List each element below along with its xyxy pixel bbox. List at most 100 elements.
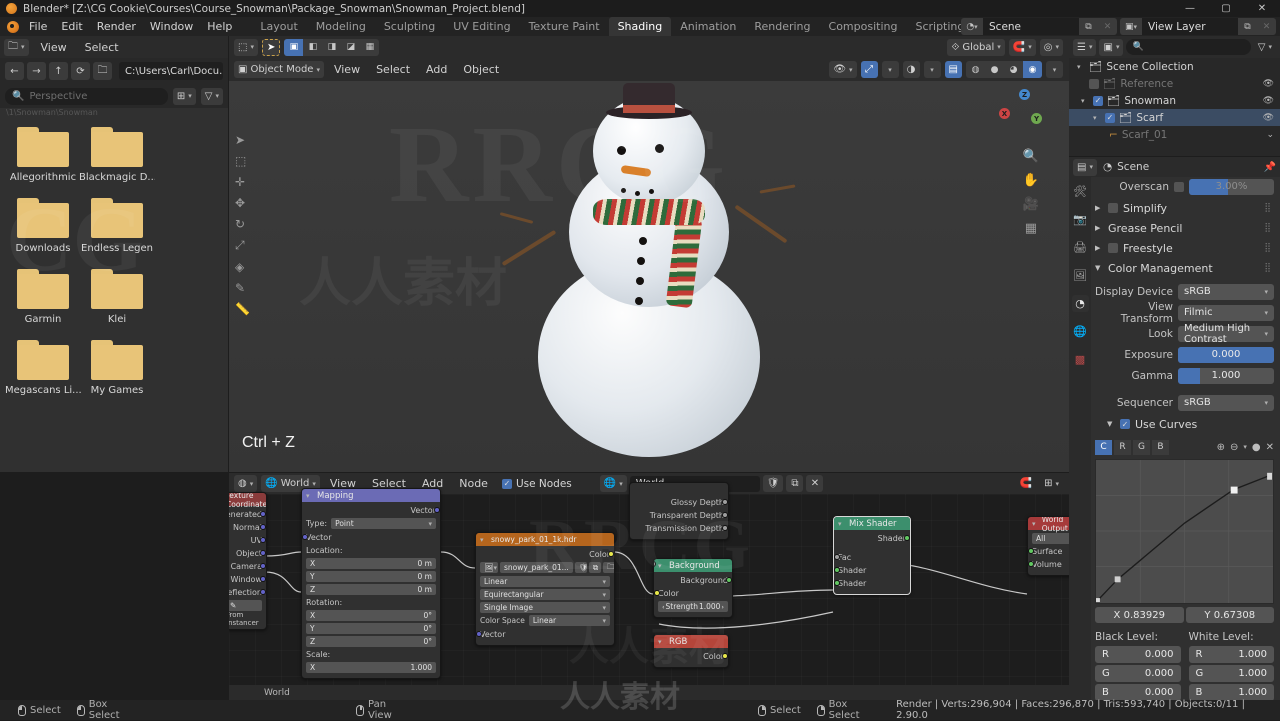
outliner-row-snowman[interactable]: ▾ ✓ 🗂 Snowman 👁 [1069, 92, 1280, 109]
node-texture-coordinate[interactable]: Texture Coordinate Generated Normal UV O… [229, 492, 267, 630]
tab-world-icon[interactable]: 🌐 [1072, 323, 1089, 340]
expand-icon[interactable]: ▾ [1093, 114, 1101, 122]
tab-texture-icon[interactable]: ▩ [1072, 351, 1089, 368]
socket-uv[interactable]: UV [229, 535, 266, 546]
file-item-garmin[interactable]: Garmin [6, 269, 80, 325]
proportional-edit-toggle[interactable]: ◎ ▾ [1039, 38, 1063, 56]
sequencer-dropdown[interactable]: sRGB ▾ [1178, 394, 1274, 411]
tab-view-layer-icon[interactable]: 🖼 [1072, 267, 1089, 284]
socket-in-fac[interactable]: Fac [834, 552, 906, 563]
node-environment-texture[interactable]: ▾ snowy_park_01_1k.hdr Color 🖼 ▾ snowy_pa… [475, 532, 615, 646]
outliner-filter-button[interactable]: ▽ ▾ [1254, 39, 1276, 56]
use-curves-checkbox[interactable]: ✓ [1120, 419, 1130, 429]
overlays-dropdown[interactable]: ▾ [923, 61, 941, 78]
mapping-type-dropdown[interactable]: Point ▾ [331, 518, 436, 529]
socket-out-background[interactable]: Background [658, 575, 732, 586]
file-browser-editor-type-icon[interactable]: 🗀 ▾ [4, 38, 29, 56]
minimize-button[interactable]: — [1172, 0, 1208, 17]
socket-window[interactable]: Window [229, 574, 266, 585]
overlays-toggle[interactable]: ◑ [902, 61, 920, 78]
socket-transmission-depth[interactable]: Transmission Depth [634, 523, 728, 534]
black-level-r[interactable]: R 0.000 [1095, 646, 1181, 663]
scene-datablock[interactable]: ◔ ▾ Scene ⧉ ✕ [961, 18, 1117, 35]
socket-in-vector[interactable]: Vector [476, 629, 610, 640]
curve-x-readout[interactable]: X 0.83929 [1095, 607, 1184, 623]
rotation-z[interactable]: Z 0° [306, 636, 436, 647]
tool-tweak-icon[interactable]: ➤ [261, 38, 281, 56]
section-grease-pencil[interactable]: ▶ Grease Pencil ⣿ [1095, 218, 1274, 238]
fake-user-button[interactable]: 🛡 [762, 475, 784, 492]
visibility-eye-icon[interactable]: ⌄ [1266, 130, 1274, 140]
tab-compositing[interactable]: Compositing [820, 17, 907, 36]
curve-channel-g[interactable]: G [1133, 439, 1150, 455]
socket-in-shader-1[interactable]: Shader [834, 565, 906, 576]
curve-channel-r[interactable]: R [1114, 439, 1131, 455]
gizmo-dropdown[interactable]: ▾ [881, 61, 899, 78]
from-instancer-row[interactable]: From Instancer [229, 611, 262, 627]
select-subtract-icon[interactable]: ◨ [322, 39, 341, 56]
socket-in-vector[interactable]: Vector [302, 532, 436, 543]
outliner-row-scene-collection[interactable]: ▾ 🗂 Scene Collection [1069, 58, 1280, 75]
snap-toggle[interactable]: 🧲 ▾ [1008, 38, 1036, 56]
tool-select-box[interactable]: ⬚ [235, 154, 250, 168]
socket-in-volume[interactable]: Volume [1028, 559, 1069, 570]
hand-pan-icon[interactable]: ✋ [1023, 173, 1039, 188]
simplify-checkbox[interactable] [1108, 203, 1118, 213]
tab-render-icon[interactable]: 📷 [1072, 211, 1089, 228]
xray-toggle[interactable]: ▤ [944, 61, 962, 78]
vp-menu-view[interactable]: View [328, 61, 366, 78]
snap-node-icon[interactable]: 🧲 [1016, 475, 1036, 492]
white-level-g[interactable]: G 1.000 [1188, 665, 1274, 682]
curve-y-readout[interactable]: Y 0.67308 [1185, 607, 1274, 623]
fake-user-icon[interactable]: 🛡 [574, 562, 588, 573]
socket-in-surface[interactable]: Surface [1028, 546, 1069, 557]
viewport-canvas[interactable]: Ctrl + Z X Y Z 🔍 ✋ 🎥 ▦ ➤ ⬚ ✛ ✥ ↻ ⤢ ◈ ✎ 📏… [229, 81, 1069, 472]
menu-edit[interactable]: Edit [54, 18, 89, 35]
socket-generated[interactable]: Generated [229, 509, 266, 520]
node-header[interactable]: ▾ World Output [1028, 517, 1069, 533]
menu-file[interactable]: File [22, 18, 54, 35]
vp-menu-object[interactable]: Object [457, 61, 505, 78]
colorspace-dropdown[interactable]: Linear ▾ [528, 615, 610, 626]
tool-scale[interactable]: ⤢ [235, 238, 250, 253]
curve-channel-b[interactable]: B [1152, 439, 1169, 455]
transform-orientation-dropdown[interactable]: ⟐ Global ▾ [947, 38, 1005, 56]
select-extend-icon[interactable]: ◧ [303, 39, 322, 56]
node-background[interactable]: ▾ Background Background Color ‹ Strength… [653, 558, 733, 618]
new-world-button[interactable]: ⧉ [786, 475, 804, 492]
zoom-icon[interactable]: 🔍 [1023, 149, 1039, 164]
tab-tool-icon[interactable]: 🛠 [1072, 183, 1089, 200]
shader-editor-type-icon[interactable]: ◍ ▾ [234, 475, 258, 492]
file-item-megascans[interactable]: Megascans Li... [5, 340, 81, 396]
viewlayer-name[interactable]: View Layer [1142, 18, 1238, 35]
view-transform-dropdown[interactable]: Filmic ▾ [1178, 304, 1274, 321]
rotation-x[interactable]: X 0° [306, 610, 436, 621]
tool-annotate[interactable]: ✎ [235, 281, 250, 295]
scene-name[interactable]: Scene [983, 18, 1079, 35]
vp-menu-select[interactable]: Select [370, 61, 416, 78]
row-checkbox[interactable] [1089, 78, 1099, 89]
socket-camera[interactable]: Camera [229, 561, 266, 572]
blender-menu-icon[interactable] [4, 19, 22, 35]
node-header[interactable]: ▾ Mapping [302, 489, 440, 502]
outliner-row-reference[interactable]: 🗂 Reference 👁 [1069, 75, 1280, 92]
chevron-down-icon[interactable]: ▼ [1107, 420, 1115, 428]
world-datablock-icon[interactable]: 🌐 ▾ [599, 475, 627, 492]
location-y[interactable]: Y0 m [306, 571, 436, 582]
node-world-output[interactable]: ▾ World Output All Surface Volume [1027, 516, 1069, 576]
object-picker-field[interactable]: ✎ [229, 600, 262, 611]
nav-new-folder-icon[interactable]: 🗀 [93, 62, 112, 80]
file-item-blackmagic[interactable]: Blackmagic D... [79, 127, 155, 183]
zoom-in-icon[interactable]: ⊕ [1217, 442, 1225, 453]
tool-rotate[interactable]: ↻ [235, 217, 250, 231]
tool-measure[interactable]: 📏 [235, 302, 250, 316]
close-button[interactable]: ✕ [1244, 0, 1280, 17]
section-freestyle[interactable]: ▶ Freestyle ⣿ [1095, 238, 1274, 258]
section-color-management[interactable]: ▼ Color Management ⣿ [1095, 258, 1274, 278]
tab-texture-paint[interactable]: Texture Paint [520, 17, 609, 36]
row-checkbox[interactable]: ✓ [1093, 95, 1103, 106]
filter-button[interactable]: ▽ ▾ [200, 87, 223, 105]
select-invert-icon[interactable]: ◪ [341, 39, 360, 56]
location-x[interactable]: X0 m [306, 558, 436, 569]
use-curves-row[interactable]: ▼ ✓ Use Curves [1095, 414, 1274, 434]
